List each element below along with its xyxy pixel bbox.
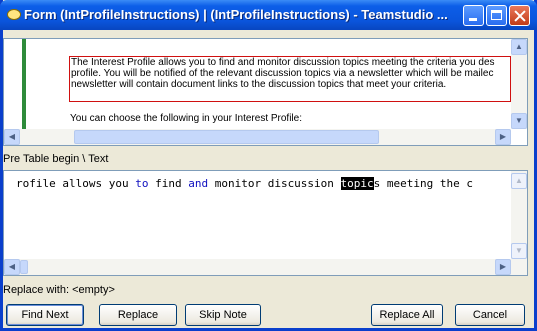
cancel-button[interactable]: Cancel bbox=[455, 304, 525, 326]
find-next-button[interactable]: Find Next bbox=[6, 304, 84, 326]
replace-button[interactable]: Replace bbox=[99, 304, 177, 326]
preview-line: You can choose the following in your Int… bbox=[70, 113, 302, 124]
search-match: topic bbox=[340, 177, 374, 190]
minimize-button[interactable] bbox=[463, 5, 484, 26]
location-label: Pre Table begin \ Text bbox=[3, 153, 109, 165]
document-preview[interactable]: The Interest Profile allows you to find … bbox=[3, 38, 528, 146]
preview-vertical-scrollbar[interactable]: ▲ ▼ bbox=[511, 39, 527, 129]
text-editor[interactable]: rofile allows you to find and monitor di… bbox=[3, 170, 528, 276]
replace-all-button[interactable]: Replace All bbox=[371, 304, 443, 326]
scroll-left-icon[interactable]: ◀ bbox=[4, 129, 20, 145]
preview-horizontal-scrollbar[interactable]: ◀ ▶ bbox=[4, 129, 511, 145]
scroll-down-icon[interactable]: ▼ bbox=[511, 243, 527, 259]
preview-line: The Interest Profile allows you to find … bbox=[71, 57, 495, 68]
scroll-right-icon[interactable]: ▶ bbox=[495, 129, 511, 145]
scroll-thumb[interactable] bbox=[74, 130, 379, 144]
scroll-up-icon[interactable]: ▲ bbox=[511, 39, 527, 55]
scroll-right-icon[interactable]: ▶ bbox=[495, 259, 511, 275]
preview-line: newsletter will contain document links t… bbox=[71, 79, 447, 90]
scroll-down-icon[interactable]: ▼ bbox=[511, 113, 527, 129]
editor-horizontal-scrollbar[interactable]: ◀ ▶ bbox=[4, 259, 527, 275]
window-title: Form (IntProfileInstructions) | (IntProf… bbox=[24, 7, 448, 22]
scroll-left-icon[interactable]: ◀ bbox=[4, 259, 20, 275]
title-bar[interactable]: Form (IntProfileInstructions) | (IntProf… bbox=[0, 0, 537, 30]
app-icon bbox=[7, 9, 21, 20]
skip-note-button[interactable]: Skip Note bbox=[185, 304, 261, 326]
section-marker bbox=[22, 39, 26, 129]
close-button[interactable] bbox=[509, 5, 530, 26]
match-highlight-box: The Interest Profile allows you to find … bbox=[69, 56, 511, 102]
maximize-button[interactable] bbox=[486, 5, 507, 26]
editor-vertical-scrollbar[interactable]: ▲ ▼ bbox=[511, 171, 527, 259]
preview-line: profile. You will be notified of the rel… bbox=[71, 68, 494, 79]
replace-with-label: Replace with: <empty> bbox=[3, 284, 115, 296]
scroll-thumb[interactable] bbox=[20, 260, 28, 274]
editor-text-line[interactable]: rofile allows you to find and monitor di… bbox=[16, 177, 473, 190]
scroll-up-icon[interactable]: ▲ bbox=[511, 173, 527, 189]
